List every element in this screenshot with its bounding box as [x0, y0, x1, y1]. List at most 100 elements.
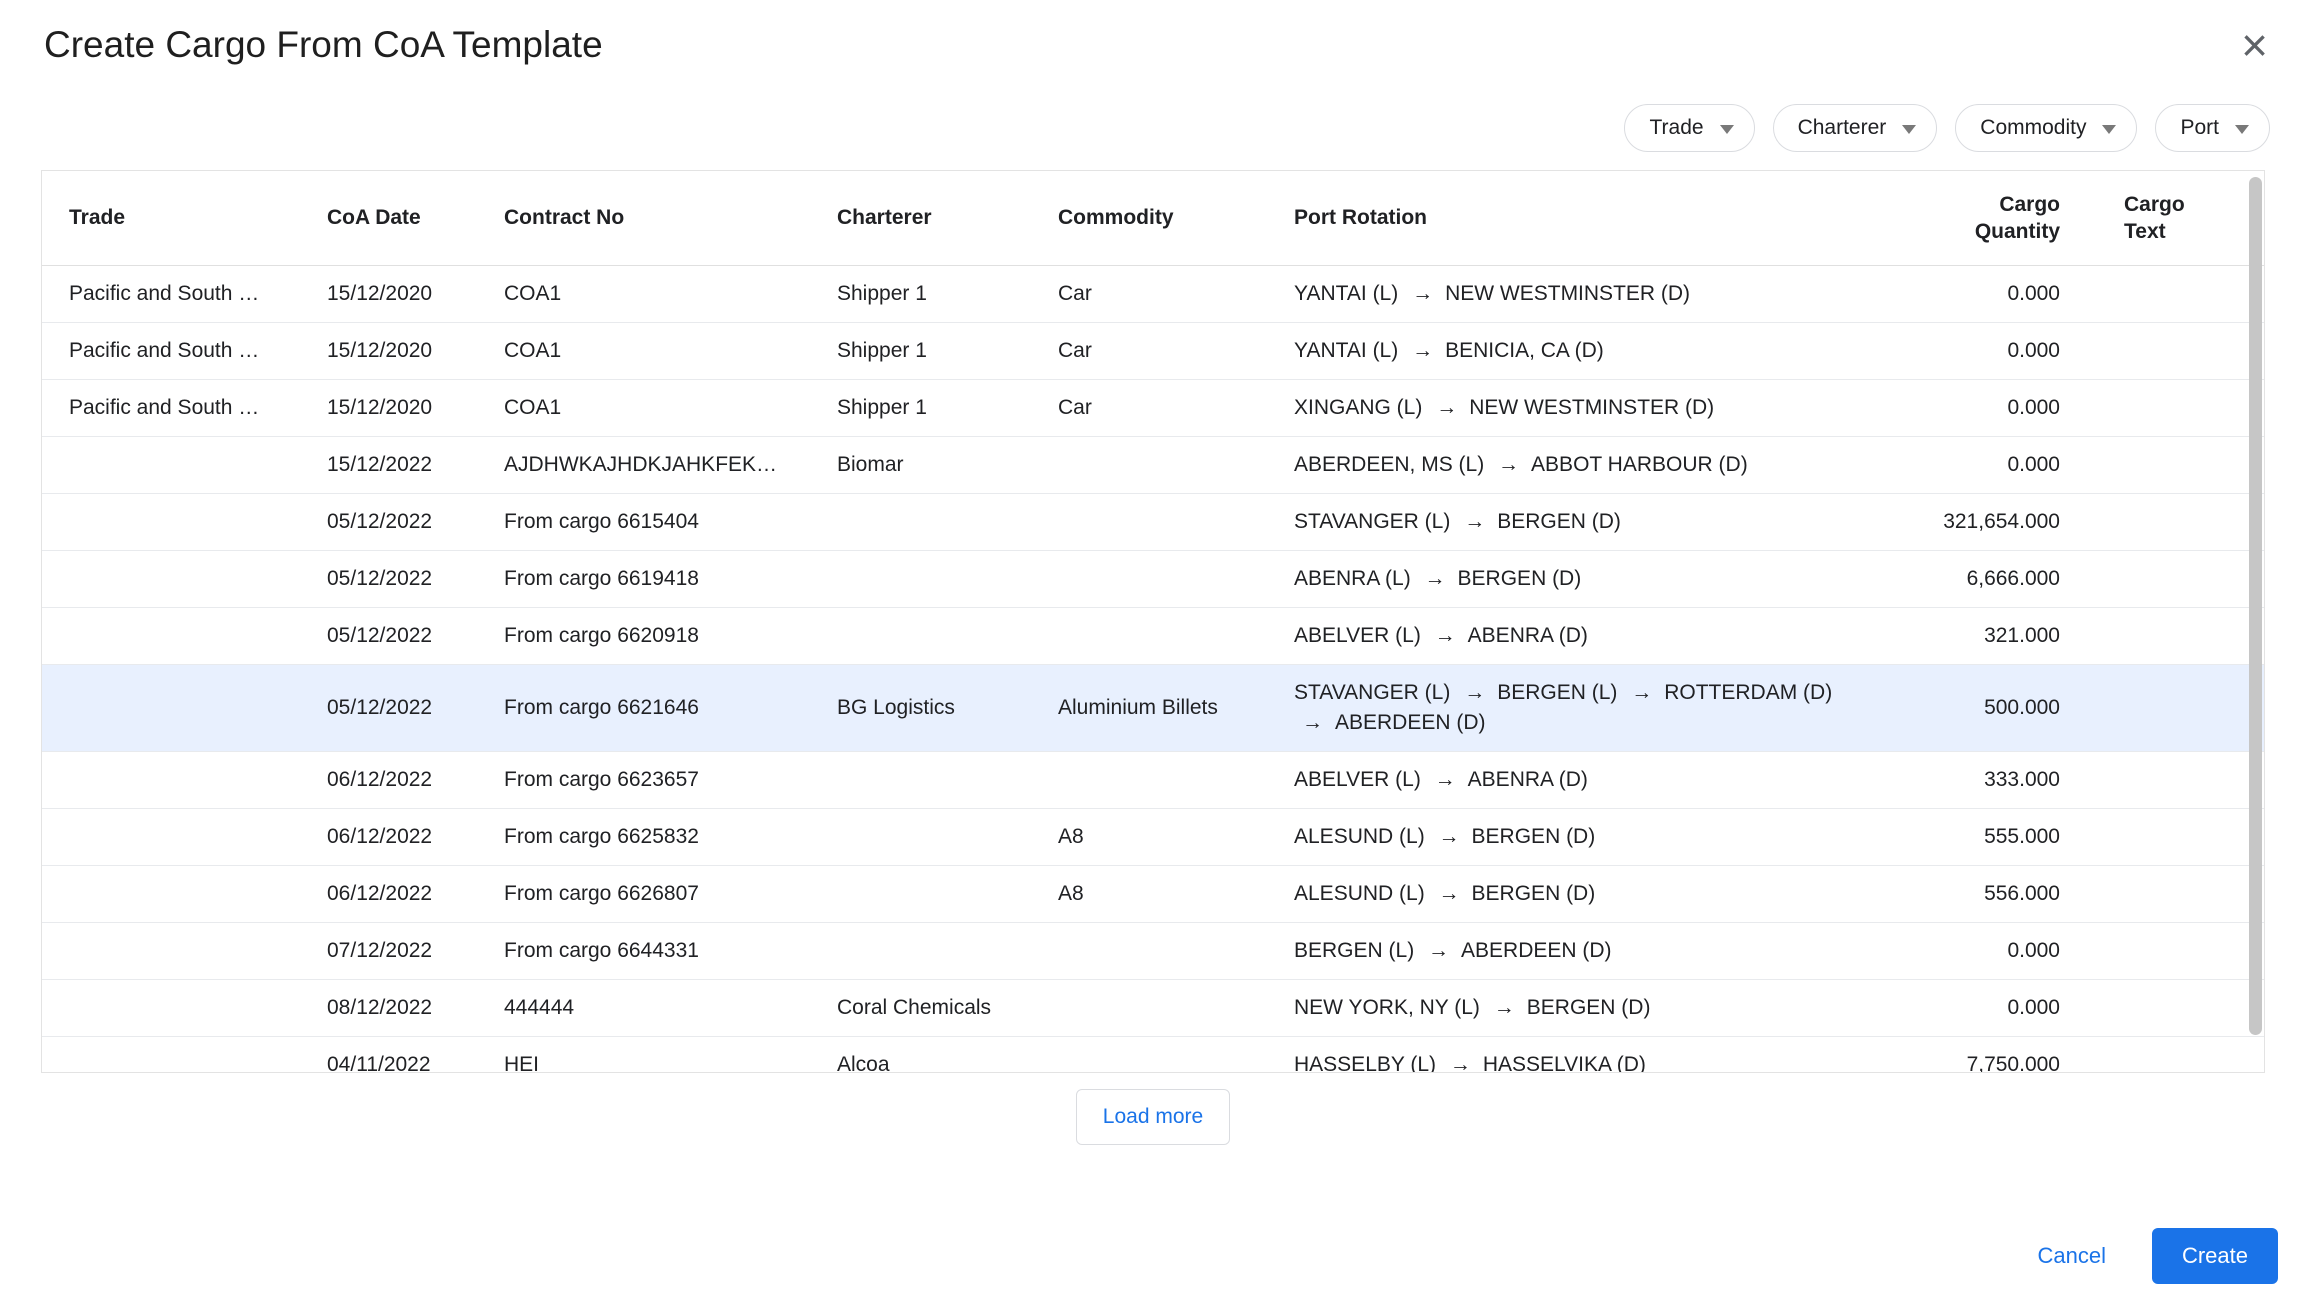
port-name: ABELVER (L): [1294, 768, 1421, 791]
port-name: ALESUND (L): [1294, 825, 1425, 848]
cell-cargo-quantity: 0.000: [1924, 323, 2060, 379]
cell-trade: [69, 938, 327, 964]
filter-port-dropdown[interactable]: Port: [2155, 104, 2270, 152]
table-row[interactable]: 07/12/2022From cargo 6644331BERGEN (L) →…: [42, 923, 2264, 980]
cell-coa-date: 06/12/2022: [327, 752, 504, 808]
cell-coa-date: 06/12/2022: [327, 866, 504, 922]
table-row[interactable]: 04/11/2022HEIAlcoa HASSELBY (L) →HASSELVI…: [42, 1037, 2264, 1073]
port-name: ROTTERDAM (D): [1664, 681, 1832, 704]
cell-cargo-quantity: 321,654.000: [1924, 494, 2060, 550]
cell-commodity: [1058, 566, 1294, 592]
filter-charterer-dropdown[interactable]: Charterer: [1773, 104, 1938, 152]
cell-charterer: Shipper 1: [837, 323, 1058, 379]
table-row[interactable]: 05/12/2022From cargo 6615404STAVANGER (L…: [42, 494, 2264, 551]
column-header-line: Cargo: [1924, 191, 2060, 218]
port-rotation-segment: XINGANG (L): [1294, 396, 1422, 419]
port-rotation-segment: →BENICIA, CA (D): [1404, 339, 1604, 362]
port-name: BERGEN (L): [1497, 681, 1617, 704]
port-name: HASSELVIKA (D): [1483, 1053, 1646, 1073]
cell-charterer: Alcoa: [837, 1037, 1058, 1073]
port-rotation-segment: STAVANGER (L): [1294, 681, 1450, 704]
port-rotation-segment: →BERGEN (D): [1486, 996, 1651, 1019]
chevron-down-icon: [1902, 125, 1916, 134]
cell-cargo-quantity: 7,750.000: [1924, 1037, 2060, 1073]
cell-coa-date: 05/12/2022: [327, 494, 504, 550]
filter-trade-dropdown[interactable]: Trade: [1624, 104, 1754, 152]
table-row[interactable]: 05/12/2022From cargo 6621646BG Logistics…: [42, 665, 2264, 752]
arrow-right-icon: →: [1425, 567, 1446, 590]
cell-port-rotation: STAVANGER (L) →BERGEN (L) → ROTTERDAM (D)…: [1294, 665, 1924, 751]
table-row[interactable]: 06/12/2022From cargo 6626807A8ALESUND (L…: [42, 866, 2264, 923]
column-header-line: Text: [2124, 218, 2252, 245]
port-name: STAVANGER (L): [1294, 681, 1450, 704]
cancel-button[interactable]: Cancel: [2037, 1243, 2105, 1269]
create-button[interactable]: Create: [2152, 1228, 2278, 1284]
table-row[interactable]: 05/12/2022From cargo 6620918ABELVER (L) …: [42, 608, 2264, 665]
cell-commodity: Car: [1058, 266, 1294, 322]
cell-coa-date: 15/12/2022: [327, 437, 504, 493]
port-rotation-segment: ABENRA (L): [1294, 567, 1411, 590]
column-header-line: Cargo: [2124, 191, 2252, 218]
table-row[interactable]: 05/12/2022From cargo 6619418ABENRA (L) →…: [42, 551, 2264, 608]
port-name: BERGEN (D): [1527, 996, 1651, 1019]
table-row[interactable]: 15/12/2022AJDHWKAJHDKJAHKFEK…BiomarABERD…: [42, 437, 2264, 494]
port-name: BERGEN (D): [1497, 510, 1621, 533]
cell-port-rotation: ABERDEEN, MS (L) →ABBOT HARBOUR (D): [1294, 437, 1924, 493]
port-name: STAVANGER (L): [1294, 510, 1450, 533]
table-row[interactable]: Pacific and South …15/12/2020COA1Shipper…: [42, 266, 2264, 323]
port-name: BERGEN (D): [1458, 567, 1582, 590]
modal-header: Create Cargo From CoA Template ×: [44, 22, 2272, 68]
column-header-trade: Trade: [69, 206, 327, 230]
cell-charterer: [837, 509, 1058, 535]
cell-trade: [69, 452, 327, 478]
cell-commodity: [1058, 623, 1294, 649]
port-rotation-segment: →ABERDEEN (D): [1420, 939, 1612, 962]
cell-coa-date: 04/11/2022: [327, 1037, 504, 1073]
table-row[interactable]: 08/12/2022444444Coral ChemicalsNEW YORK,…: [42, 980, 2264, 1037]
port-name: ABERDEEN (D): [1335, 711, 1486, 734]
cell-contract-no: COA1: [504, 380, 837, 436]
port-name: BERGEN (D): [1472, 825, 1596, 848]
cell-charterer: [837, 881, 1058, 907]
port-rotation-segment: →HASSELVIKA (D): [1442, 1053, 1646, 1073]
port-rotation-segment: →BERGEN (D): [1431, 825, 1596, 848]
port-name: NEW WESTMINSTER (D): [1469, 396, 1714, 419]
port-name: ABBOT HARBOUR (D): [1531, 453, 1748, 476]
arrow-right-icon: →: [1436, 396, 1457, 419]
table-row[interactable]: 06/12/2022From cargo 6623657ABELVER (L) …: [42, 752, 2264, 809]
chevron-down-icon: [2235, 125, 2249, 134]
arrow-right-icon: →: [1631, 681, 1652, 704]
table-row[interactable]: 06/12/2022From cargo 6625832A8ALESUND (L…: [42, 809, 2264, 866]
cell-contract-no: From cargo 6619418: [504, 551, 837, 607]
cell-trade: [69, 566, 327, 592]
table-row[interactable]: Pacific and South …15/12/2020COA1Shipper…: [42, 323, 2264, 380]
load-more-button[interactable]: Load more: [1076, 1089, 1230, 1145]
filter-commodity-dropdown[interactable]: Commodity: [1955, 104, 2137, 152]
cell-cargo-text: [2124, 995, 2264, 1021]
cell-cargo-quantity: 0.000: [1924, 266, 2060, 322]
filter-charterer-label: Charterer: [1798, 116, 1887, 140]
cell-contract-no: COA1: [504, 323, 837, 379]
port-rotation-segment: ABELVER (L): [1294, 768, 1421, 791]
cell-trade: [69, 1052, 327, 1073]
cell-port-rotation: STAVANGER (L) →BERGEN (D): [1294, 494, 1924, 550]
close-icon[interactable]: ×: [2237, 22, 2272, 68]
port-rotation-segment: →BERGEN (D): [1431, 882, 1596, 905]
cell-port-rotation: ABENRA (L) → BERGEN (D): [1294, 551, 1924, 607]
cell-port-rotation: ABELVER (L) →ABENRA (D): [1294, 608, 1924, 664]
port-name: ABELVER (L): [1294, 624, 1421, 647]
cell-charterer: Coral Chemicals: [837, 980, 1058, 1036]
port-name: HASSELBY (L): [1294, 1053, 1436, 1073]
cell-commodity: A8: [1058, 809, 1294, 865]
scrollbar-thumb[interactable]: [2249, 177, 2262, 1035]
cell-coa-date: 06/12/2022: [327, 809, 504, 865]
column-header-contract-no: Contract No: [504, 206, 837, 230]
cell-contract-no: From cargo 6620918: [504, 608, 837, 664]
port-rotation-segment: →BERGEN (L): [1456, 681, 1617, 704]
cell-charterer: Shipper 1: [837, 266, 1058, 322]
cell-port-rotation: XINGANG (L) → NEW WESTMINSTER (D): [1294, 380, 1924, 436]
cell-charterer: BG Logistics: [837, 680, 1058, 736]
table-row[interactable]: Pacific and South …15/12/2020COA1Shipper…: [42, 380, 2264, 437]
cell-trade: [69, 995, 327, 1021]
cell-contract-no: HEI: [504, 1037, 837, 1073]
